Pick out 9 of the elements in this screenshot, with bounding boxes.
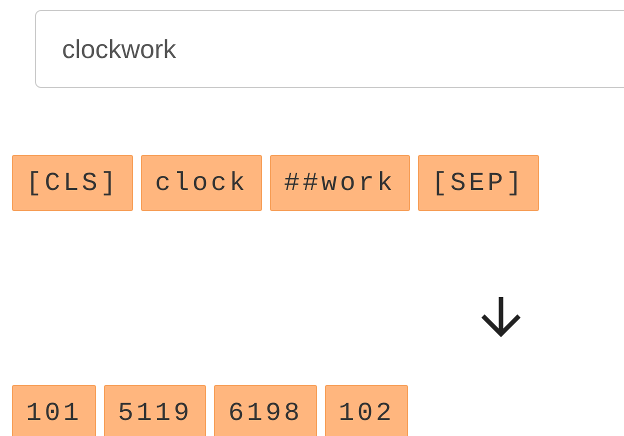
token-id-chip: 102 xyxy=(324,385,408,436)
token-chip: ##work xyxy=(270,155,410,211)
text-input-field[interactable]: clockwork xyxy=(35,10,624,88)
token-chip: clock xyxy=(141,155,262,211)
token-id-chip: 6198 xyxy=(214,385,317,436)
token-chip: [CLS] xyxy=(12,155,134,211)
token-id-chip: 101 xyxy=(12,385,96,436)
token-chip: [SEP] xyxy=(418,155,539,211)
token-id-chip: 5119 xyxy=(104,385,206,436)
